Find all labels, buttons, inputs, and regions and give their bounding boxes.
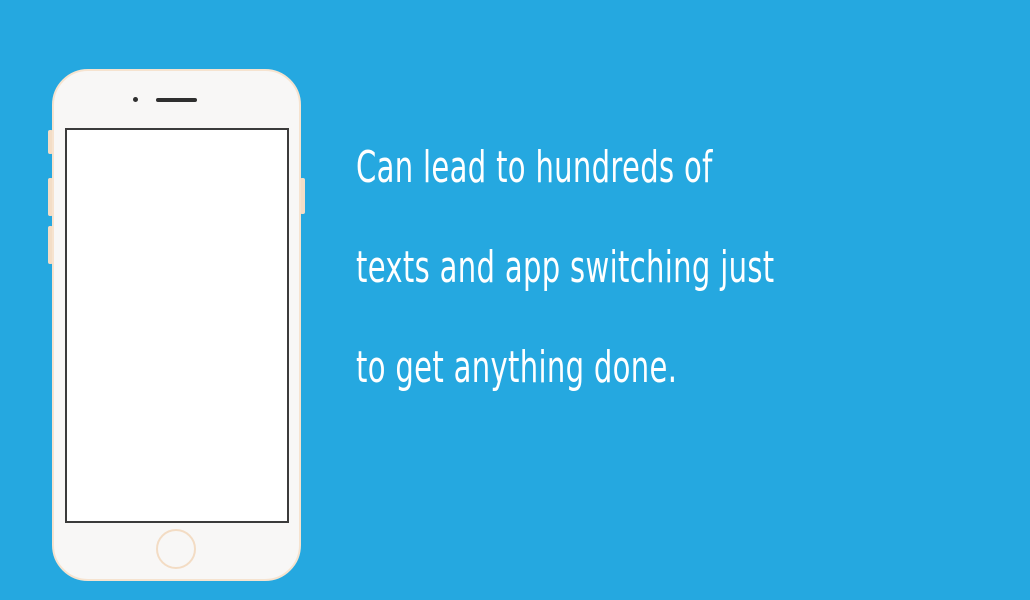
message-line-3: to get anything done.: [356, 342, 678, 393]
home-button-icon: [156, 529, 196, 569]
slide: Can lead to hundreds of texts and app sw…: [0, 0, 1030, 600]
slide-message: Can lead to hundreds of texts and app sw…: [356, 118, 778, 418]
message-line-2: texts and app switching just: [356, 242, 775, 293]
message-line-1: Can lead to hundreds of: [356, 142, 713, 193]
front-camera-icon: [133, 97, 138, 102]
phone-screen: [65, 128, 289, 523]
earpiece-speaker-icon: [156, 98, 197, 102]
